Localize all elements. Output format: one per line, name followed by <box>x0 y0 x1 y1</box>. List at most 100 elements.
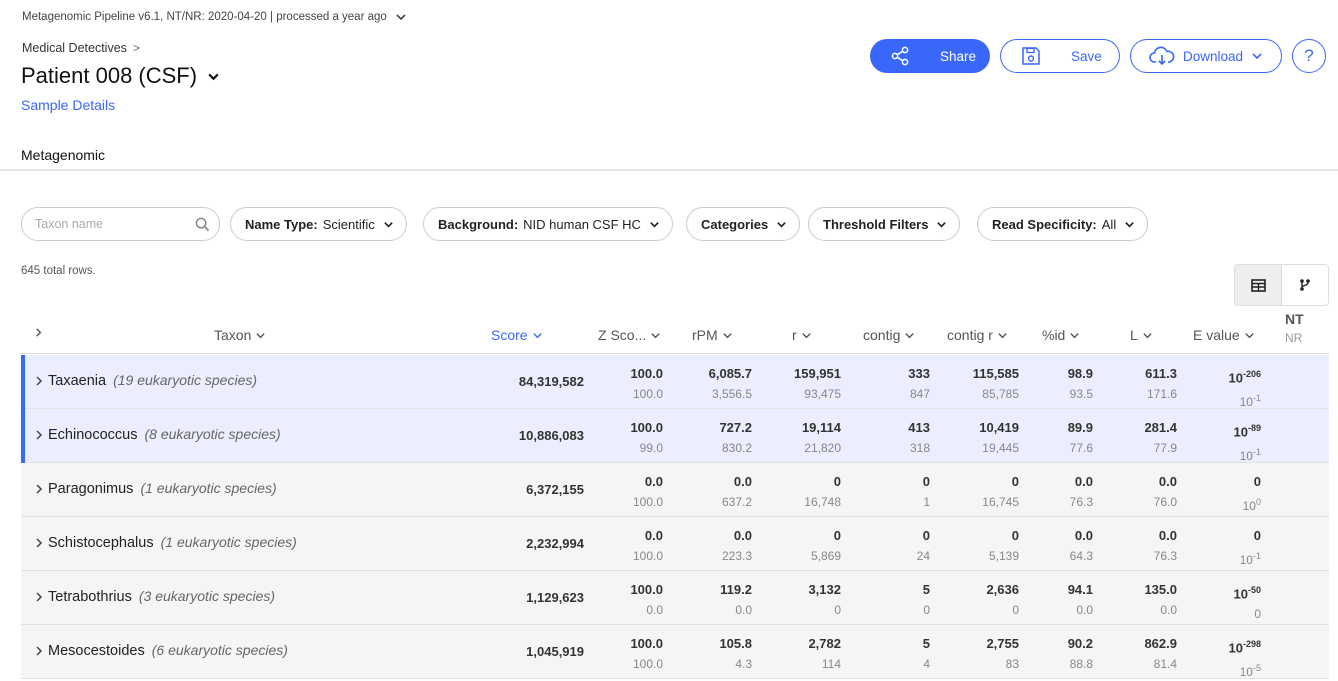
column-contig[interactable]: contig <box>863 327 915 343</box>
column-r[interactable]: r <box>792 327 812 343</box>
cell-contig-r: 2,636 0 <box>986 582 1019 618</box>
nt-value: 10-50 <box>1233 585 1261 602</box>
taxon-species-count: (8 eukaryotic species) <box>144 426 281 442</box>
cell-z: 100.0 0.0 <box>630 582 663 618</box>
nt-value: 2,755 <box>986 636 1019 651</box>
table-row[interactable]: Mesocestoides (6 eukaryotic species) 1,04… <box>21 625 1329 679</box>
table-row[interactable]: Paragonimus (1 eukaryotic species) 6,372,… <box>21 463 1329 517</box>
taxon-name[interactable]: Mesocestoides (6 eukaryotic species) <box>48 642 288 659</box>
cell-r: 19,114 21,820 <box>802 420 841 456</box>
nt-value: 98.9 <box>1067 366 1093 381</box>
nr-value: 93.5 <box>1069 387 1093 401</box>
breadcrumb-project[interactable]: Medical Detectives <box>22 41 127 55</box>
nt-value: 135.0 <box>1144 582 1177 597</box>
nt-value: 5 <box>922 636 930 651</box>
column-contig-label: contig <box>863 327 901 343</box>
background-filter[interactable]: Background: NID human CSF HC <box>423 207 673 241</box>
nr-value: 0 <box>1254 607 1261 622</box>
nr-value: 76.3 <box>1069 495 1093 509</box>
column-e-value[interactable]: E value <box>1193 327 1255 343</box>
nt-value: 611.3 <box>1145 366 1177 381</box>
taxon-genus: Tetrabothrius <box>48 589 132 605</box>
score-value: 6,372,155 <box>526 482 584 497</box>
taxon-name[interactable]: Paragonimus (1 eukaryotic species) <box>48 480 277 497</box>
chevron-right-icon[interactable] <box>34 537 44 549</box>
table-row[interactable]: Schistocephalus (1 eukaryotic species) 2,… <box>21 517 1329 571</box>
pipeline-info[interactable]: Metagenomic Pipeline v6.1, NT/NR: 2020-0… <box>22 11 407 23</box>
nt-value: 10-89 <box>1233 423 1261 440</box>
table-row[interactable]: Taxaenia (19 eukaryotic species) 84,319,5… <box>21 355 1329 409</box>
nt-value: 115,585 <box>972 366 1019 381</box>
name-type-label: Name Type: <box>245 216 318 232</box>
taxon-name[interactable]: Taxaenia (19 eukaryotic species) <box>48 372 257 389</box>
table-row[interactable]: Tetrabothrius (3 eukaryotic species) 1,12… <box>21 571 1329 625</box>
column-contig-r-label: contig r <box>947 327 993 343</box>
tab-metagenomic[interactable]: Metagenomic <box>21 147 106 171</box>
nt-value: 10,419 <box>979 420 1019 435</box>
nt-value: 0.0 <box>644 474 663 489</box>
tree-view-button[interactable] <box>1282 265 1328 305</box>
threshold-filter[interactable]: Threshold Filters <box>808 207 961 241</box>
column-contig-r[interactable]: contig r <box>947 327 1008 343</box>
download-button[interactable]: Download <box>1130 39 1282 73</box>
taxon-search[interactable] <box>21 207 220 241</box>
nr-value: 16,745 <box>982 495 1019 509</box>
table-view-button[interactable] <box>1235 265 1282 305</box>
cell-e-value: 10-89 10-1 <box>1234 420 1261 464</box>
name-type-filter[interactable]: Name Type: Scientific <box>230 207 407 241</box>
taxon-name[interactable]: Tetrabothrius (3 eukaryotic species) <box>48 588 275 605</box>
score-value: 1,129,623 <box>526 590 584 605</box>
cell-contig: 01 <box>923 474 930 510</box>
page-title[interactable]: Patient 008 (CSF) <box>21 63 220 89</box>
nt-value: 0.0 <box>1158 474 1177 489</box>
nr-value: 81.4 <box>1153 657 1177 671</box>
expand-all-toggle[interactable] <box>33 327 44 338</box>
cell-z: 100.0 100.0 <box>630 636 663 672</box>
share-label: Share <box>940 48 977 64</box>
nr-value: 100 <box>1242 497 1261 513</box>
nr-value: 223.3 <box>721 549 752 563</box>
nt-value: 100.0 <box>630 636 663 651</box>
chevron-right-icon[interactable] <box>34 591 44 603</box>
column-pct-id-label: %id <box>1042 327 1066 343</box>
taxon-name[interactable]: Schistocephalus (1 eukaryotic species) <box>48 534 297 551</box>
chevron-down-icon <box>256 332 266 338</box>
breadcrumb[interactable]: Medical Detectives > <box>22 41 140 55</box>
help-button[interactable]: ? <box>1292 39 1326 73</box>
column-z-score[interactable]: Z Sco... <box>598 327 661 343</box>
search-input[interactable] <box>35 217 195 231</box>
chevron-right-icon[interactable] <box>34 429 44 441</box>
chevron-right-icon[interactable] <box>34 375 44 387</box>
nr-value: 10-1 <box>1239 447 1261 464</box>
nt-value: 100.0 <box>630 366 663 381</box>
chevron-right-icon <box>36 328 42 337</box>
column-rpm[interactable]: rPM <box>692 327 733 343</box>
column-l[interactable]: L <box>1130 327 1153 343</box>
save-button[interactable]: Save <box>1000 39 1120 73</box>
sample-details-link[interactable]: Sample Details <box>21 97 115 113</box>
share-icon <box>891 46 909 66</box>
view-toggle[interactable] <box>1234 264 1329 306</box>
cell-l: 0.0 76.3 <box>1154 528 1177 564</box>
column-taxon[interactable]: Taxon <box>214 327 266 343</box>
column-l-label: L <box>1130 327 1138 343</box>
column-score[interactable]: Score <box>491 327 543 343</box>
taxon-name[interactable]: Echinococcus (8 eukaryotic species) <box>48 426 281 443</box>
cell-l: 0.0 76.0 <box>1154 474 1177 510</box>
nt-value: 119.2 <box>720 582 752 597</box>
nt-value: 94.1 <box>1067 582 1093 597</box>
cell-rpm: 105.8 4.3 <box>719 636 752 672</box>
share-button[interactable]: Share <box>870 39 990 73</box>
nr-value: 83 <box>1005 657 1019 671</box>
nr-value: 5,139 <box>988 549 1019 563</box>
categories-filter[interactable]: Categories <box>686 207 801 241</box>
cell-rpm: 0.0 637.2 <box>722 474 752 510</box>
read-specificity-filter[interactable]: Read Specificity: All <box>977 207 1149 241</box>
cell-e-value: 10-206 10-1 <box>1229 366 1261 410</box>
chevron-right-icon[interactable] <box>34 645 44 657</box>
column-pct-id[interactable]: %id <box>1042 327 1080 343</box>
cell-e-value: 0 10-1 <box>1240 528 1261 568</box>
chevron-right-icon[interactable] <box>34 483 44 495</box>
table-row[interactable]: Echinococcus (8 eukaryotic species) 10,88… <box>21 409 1329 463</box>
taxon-species-count: (6 eukaryotic species) <box>151 642 288 658</box>
